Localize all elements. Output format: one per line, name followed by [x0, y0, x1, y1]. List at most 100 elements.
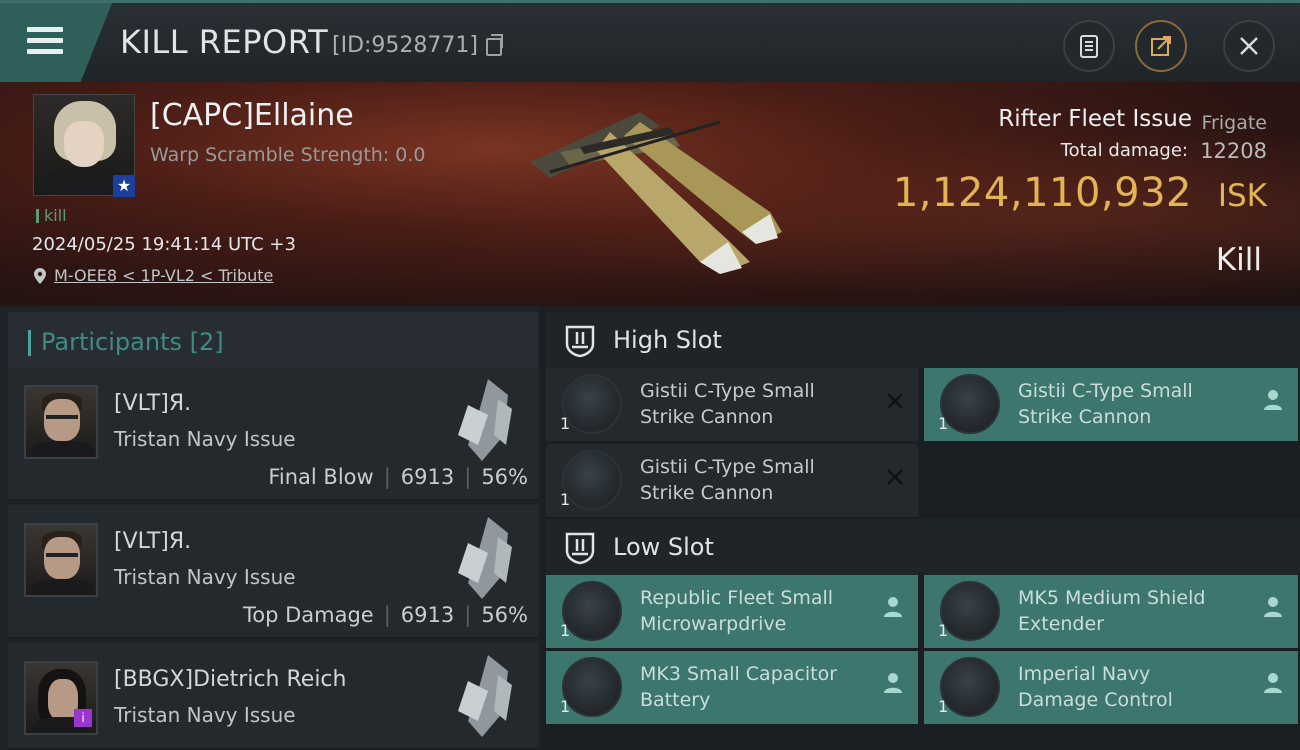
isk-unit: ISK	[1217, 178, 1267, 214]
page-title: KILL REPORT	[120, 23, 329, 61]
module-quantity: 1	[938, 697, 949, 716]
module-name-line2: Extender	[1018, 613, 1104, 635]
participant-stats: Final Blow | 6913 | 56%	[268, 465, 528, 489]
victim-ship-class: Frigate	[1201, 112, 1267, 134]
top-bar: KILL REPORT [ID:9528771]	[0, 0, 1300, 82]
module-quantity: 1	[560, 697, 571, 716]
clipboard-button[interactable]	[1063, 20, 1115, 72]
dropped-person-icon	[1264, 390, 1282, 410]
module-item[interactable]: 1 Gistii C-Type Small Strike Cannon	[924, 368, 1298, 441]
participant-card[interactable]: [VLT]Я. Tristan Navy Issue Top Damage | …	[8, 505, 538, 639]
capacitor-battery-module-icon	[562, 657, 622, 717]
ship-render-image	[530, 112, 782, 274]
module-item[interactable]: 1 Gistii C-Type Small Strike Cannon	[546, 444, 918, 517]
participant-damage: 6913	[400, 465, 455, 489]
module-quantity: 1	[938, 621, 949, 640]
hamburger-menu-icon	[27, 27, 63, 55]
participant-ship: Tristan Navy Issue	[114, 427, 296, 451]
participant-percent: 56%	[481, 603, 528, 627]
module-name-line1: MK5 Medium Shield	[1018, 587, 1206, 609]
dropped-person-icon	[1264, 673, 1282, 693]
report-id: [ID:9528771]	[332, 33, 478, 58]
module-quantity: 1	[560, 414, 571, 433]
low-slot-icon	[565, 532, 595, 565]
module-name-line1: Gistii C-Type Small	[640, 380, 815, 402]
module-name-line1: Gistii C-Type Small	[640, 456, 815, 478]
participant-role: Top Damage	[242, 603, 374, 627]
high-slot-header: High Slot	[546, 312, 1300, 368]
participant-card[interactable]: i [BBGX]Dietrich Reich Tristan Navy Issu…	[8, 643, 538, 750]
module-name-line1: MK3 Small Capacitor	[640, 663, 838, 685]
module-name-line2: Strike Cannon	[640, 482, 774, 504]
cannon-module-icon	[940, 374, 1000, 434]
victim-name[interactable]: [CAPC]Ellaine	[150, 98, 354, 133]
close-button[interactable]	[1223, 20, 1275, 72]
participant-ship-icon	[458, 655, 512, 737]
dropped-person-icon	[884, 597, 902, 617]
dropped-person-icon	[884, 673, 902, 693]
module-name-line2: Damage Control	[1018, 689, 1173, 711]
module-quantity: 1	[560, 490, 571, 509]
destroyed-x-icon	[887, 469, 903, 485]
module-item[interactable]: 1 MK3 Small Capacitor Battery	[546, 651, 918, 724]
participants-count: [2]	[189, 328, 224, 356]
isk-value: 1,124,110,932	[892, 170, 1192, 216]
dropped-person-icon	[1264, 597, 1282, 617]
participant-name: [VLT]Я.	[114, 529, 192, 554]
copy-id-icon[interactable]	[486, 34, 503, 56]
participant-damage: 6913	[400, 603, 455, 627]
participant-name: [BBGX]Dietrich Reich	[114, 667, 347, 692]
kill-tag: kill	[36, 206, 67, 225]
destroyed-x-icon	[887, 393, 903, 409]
warp-scramble-strength: Warp Scramble Strength: 0.0	[150, 144, 426, 166]
high-slot-icon	[565, 325, 595, 358]
share-button[interactable]	[1135, 20, 1187, 72]
module-name-line1: Gistii C-Type Small	[1018, 380, 1193, 402]
module-item[interactable]: 1 Republic Fleet Small Microwarpdrive	[546, 575, 918, 648]
total-damage-label: Total damage:	[1060, 140, 1188, 161]
participant-avatar[interactable]	[24, 523, 98, 597]
close-icon	[1240, 37, 1258, 55]
participant-ship-icon	[458, 379, 512, 461]
cannon-module-icon	[562, 450, 622, 510]
participant-ship: Tristan Navy Issue	[114, 565, 296, 589]
participants-panel: Participants [2] [VLT]Я. Tristan Navy Is…	[0, 306, 540, 750]
kill-timestamp: 2024/05/25 19:41:14 UTC +3	[32, 234, 296, 255]
share-icon	[1151, 36, 1171, 56]
victim-ship-name[interactable]: Rifter Fleet Issue	[998, 106, 1192, 132]
participant-stats: Top Damage | 6913 | 56%	[242, 603, 528, 627]
participant-percent: 56%	[481, 465, 528, 489]
star-badge-icon: ★	[113, 175, 135, 197]
clipboard-icon	[1080, 35, 1098, 58]
low-slot-label: Low Slot	[613, 533, 714, 561]
fitting-panel: High Slot 1 Gistii C-Type Small Strike C…	[540, 306, 1300, 750]
module-item[interactable]: 1 Gistii C-Type Small Strike Cannon	[546, 368, 918, 441]
kill-type: Kill	[1215, 242, 1262, 278]
corp-badge-icon: i	[74, 709, 92, 727]
shield-extender-module-icon	[940, 581, 1000, 641]
module-quantity: 1	[560, 621, 571, 640]
damage-control-module-icon	[940, 657, 1000, 717]
participants-header: Participants [2]	[8, 312, 538, 370]
module-name-line2: Microwarpdrive	[640, 613, 787, 635]
module-quantity: 1	[938, 414, 949, 433]
module-item[interactable]: 1 MK5 Medium Shield Extender	[924, 575, 1298, 648]
microwarpdrive-module-icon	[562, 581, 622, 641]
participant-ship: Tristan Navy Issue	[114, 703, 296, 727]
location-pin-icon	[34, 267, 46, 284]
total-damage-value: 12208	[1200, 139, 1267, 163]
module-name-line2: Strike Cannon	[640, 406, 774, 428]
menu-button[interactable]	[0, 3, 112, 82]
module-item[interactable]: 1 Imperial Navy Damage Control	[924, 651, 1298, 724]
victim-summary: ★ [CAPC]Ellaine Warp Scramble Strength: …	[0, 82, 1300, 306]
module-name-line2: Battery	[640, 689, 711, 711]
cannon-module-icon	[562, 374, 622, 434]
module-name-line1: Imperial Navy	[1018, 663, 1151, 685]
low-slot-header: Low Slot	[546, 519, 1300, 575]
kill-location[interactable]: M-OEE8 < 1P-VL2 < Tribute	[34, 266, 273, 285]
participant-name: [VLT]Я.	[114, 391, 192, 416]
location-link[interactable]: M-OEE8 < 1P-VL2 < Tribute	[54, 266, 273, 285]
participant-card[interactable]: [VLT]Я. Tristan Navy Issue Final Blow | …	[8, 367, 538, 501]
participant-avatar[interactable]	[24, 385, 98, 459]
participant-role: Final Blow	[268, 465, 374, 489]
